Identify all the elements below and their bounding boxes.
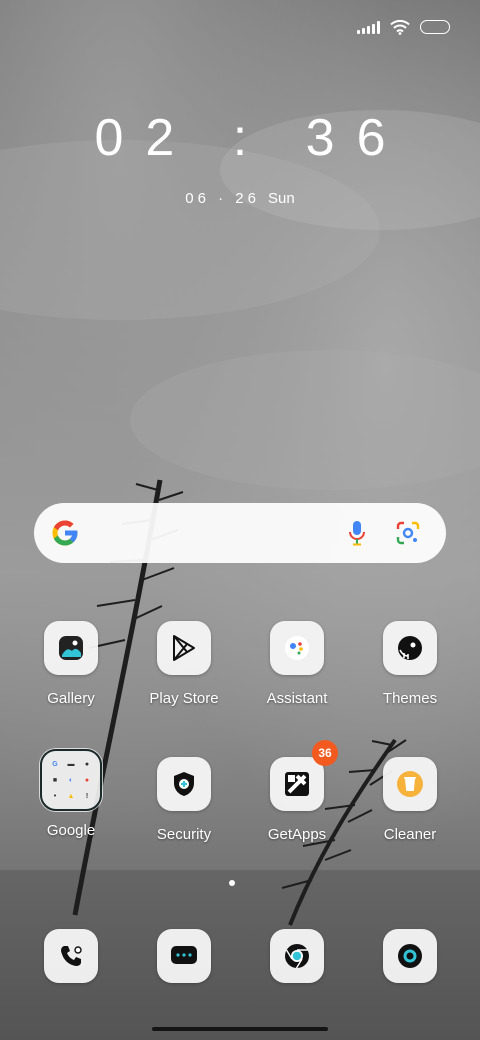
app-themes[interactable]: Themes: [360, 621, 460, 707]
app-label: Security: [156, 826, 212, 843]
app-gallery[interactable]: Gallery: [21, 621, 121, 707]
getapps-icon: 36: [270, 740, 338, 811]
google-search-bar[interactable]: [34, 503, 446, 563]
app-label: Assistant: [266, 690, 328, 707]
clock-widget[interactable]: 02 : 36 06 · 26 Sun: [0, 108, 480, 207]
app-label: GetApps: [267, 826, 327, 843]
page-indicator-dot: [229, 880, 235, 886]
gallery-icon: [44, 621, 98, 675]
app-cleaner[interactable]: Cleaner: [360, 757, 460, 843]
app-label: Cleaner: [383, 826, 437, 843]
app-play-store[interactable]: Play Store: [134, 621, 234, 707]
battery-icon: [420, 20, 450, 34]
google-g-icon: [52, 520, 78, 546]
dock-phone[interactable]: [21, 929, 121, 983]
assistant-icon: [270, 621, 324, 675]
dock-camera[interactable]: [360, 929, 460, 983]
status-bar: [357, 16, 450, 38]
phone-icon: [44, 929, 98, 983]
app-label: Play Store: [149, 690, 219, 707]
clock-date: 06 · 26 Sun: [0, 190, 480, 207]
dock-chrome[interactable]: [247, 929, 347, 983]
notification-badge: 36: [312, 740, 338, 766]
clock-time: 02 : 36: [94, 109, 408, 167]
dock-messages[interactable]: [134, 929, 234, 983]
app-security[interactable]: Security: [134, 757, 234, 843]
camera-icon: [383, 929, 437, 983]
clock-date-numeric: 06 · 26: [185, 190, 260, 207]
security-shield-icon: [157, 757, 211, 811]
clock-day: Sun: [268, 190, 295, 207]
microphone-icon[interactable]: [348, 520, 366, 546]
google-lens-icon[interactable]: [396, 521, 420, 545]
themes-icon: [383, 621, 437, 675]
app-assistant[interactable]: Assistant: [247, 621, 347, 707]
wifi-icon: [390, 19, 410, 35]
app-getapps[interactable]: 36 GetApps: [247, 740, 347, 843]
play-store-icon: [157, 621, 211, 675]
messages-icon: [157, 929, 211, 983]
app-label: Themes: [382, 690, 438, 707]
folder-icon: G ▬ ● ■ ◐ ● • ▲!: [40, 749, 102, 811]
app-folder-google[interactable]: G ▬ ● ■ ◐ ● • ▲! Google: [21, 749, 121, 839]
home-indicator[interactable]: [152, 1027, 328, 1031]
chrome-icon: [270, 929, 324, 983]
cleaner-trash-icon: [383, 757, 437, 811]
app-label: Gallery: [47, 690, 95, 707]
app-label: Google: [46, 822, 96, 839]
signal-icon: [357, 20, 380, 34]
